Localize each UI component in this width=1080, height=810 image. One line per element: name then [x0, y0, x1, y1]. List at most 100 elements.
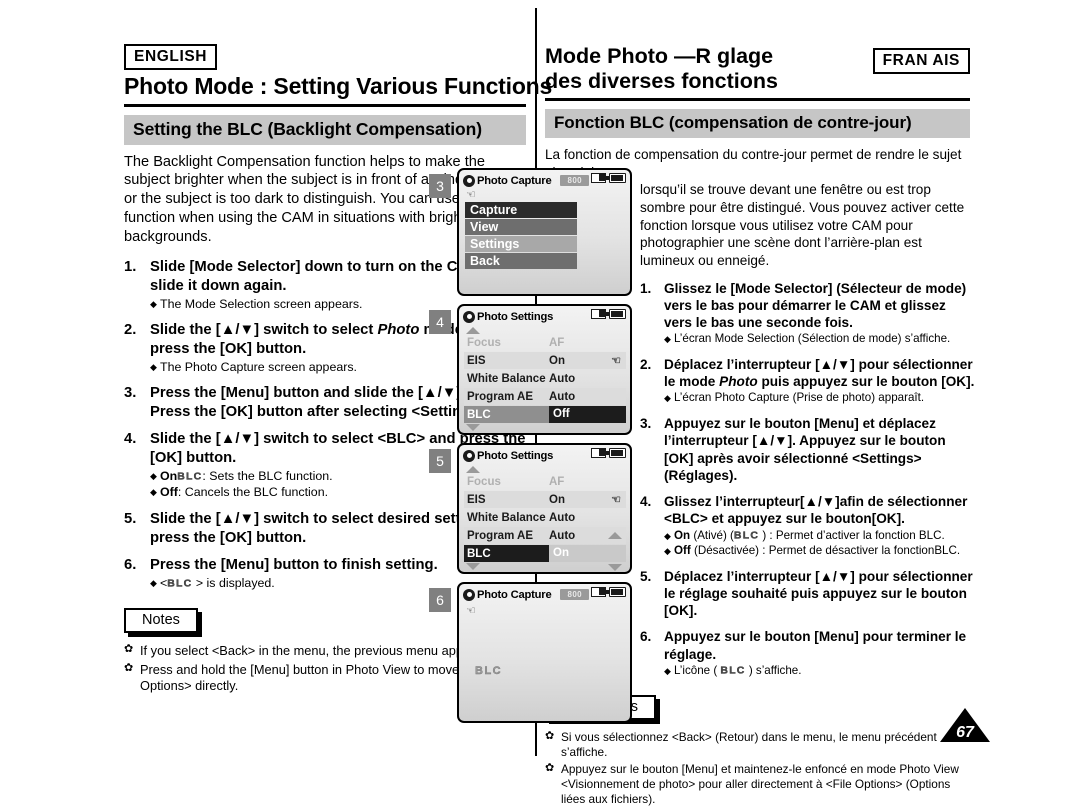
chapter-title-english: Photo Mode : Setting Various Functions [124, 73, 553, 100]
lcd-menu-item-back[interactable]: Back [465, 253, 577, 269]
step-number: 5. [124, 510, 137, 527]
lcd-setting-row-program-ae[interactable]: Program AE Auto [464, 388, 626, 405]
step-text: Appuyez sur le bouton [Menu] et déplacez… [664, 416, 946, 483]
lcd-screens-column: 3 Photo Capture 800 ☜ Capture View Setti… [429, 168, 634, 731]
lcd-setting-row-white-balance[interactable]: White Balance Auto [464, 370, 626, 387]
step-number: 4. [640, 494, 652, 510]
setting-value: Auto [549, 511, 576, 524]
note-text: Appuyez sur le bouton [Menu] et maintene… [561, 762, 959, 807]
scroll-down-arrow-icon[interactable] [466, 563, 480, 570]
battery-icon [606, 173, 626, 183]
chapter-title-french-line2: des diverses fonctions [545, 68, 778, 93]
lcd-setting-row-focus[interactable]: Focus AF [464, 334, 626, 351]
step-item: 1. Glissez le [Mode Selector] (Sélecteur… [640, 280, 975, 347]
lcd-screen: Photo Settings Focus AF EIS On ☜ White B… [457, 304, 632, 435]
diamond-bullet-icon: ◆ [664, 546, 671, 557]
lcd-title: Photo Capture [477, 588, 552, 601]
lcd-screen: Photo Settings Focus AF EIS On ☜ White B… [457, 443, 632, 574]
lcd-menu-item-view[interactable]: View [465, 219, 577, 235]
lcd-menu-list: ☜ Capture View Settings Back [459, 190, 630, 269]
scroll-up-arrow-icon[interactable] [466, 327, 480, 334]
step-item: 2. Déplacez l’interrupteur [▲/▼] pour sé… [640, 356, 975, 406]
lcd-setting-row-eis[interactable]: EIS On ☜ [464, 491, 626, 508]
hand-icon: ☜ [611, 355, 621, 367]
note-item: ✿ Appuyez sur le bouton [Menu] et mainte… [545, 762, 970, 807]
page-number: 67 [956, 724, 974, 741]
step-number: 1. [124, 259, 137, 276]
step-number: 2. [640, 356, 652, 372]
lcd-panel-6: 6 Photo Capture 800 ☜ BLC [429, 582, 634, 725]
camera-icon [463, 310, 475, 323]
clover-bullet-icon: ✿ [124, 642, 134, 655]
diamond-bullet-icon: ◆ [664, 665, 671, 676]
setting-label: EIS [467, 493, 486, 506]
step-bullet-text: : Sets the BLC function. [202, 468, 333, 483]
battery-icon [606, 587, 626, 597]
status-icons [591, 448, 626, 458]
step-number: 4. [124, 431, 137, 448]
lcd-setting-row-white-balance[interactable]: White Balance Auto [464, 509, 626, 526]
step-number: 1. [640, 280, 652, 296]
section-title-french: Fonction BLC (compensation de contre-jou… [545, 108, 970, 138]
setting-label: Program AE [467, 390, 534, 403]
setting-label: Program AE [467, 529, 534, 542]
lcd-setting-row-blc[interactable]: BLC Off [464, 406, 626, 423]
step-bullet-text: (Désactivée) : Permet de désactiver la f… [690, 544, 961, 558]
step-bullet-text: The Photo Capture screen appears. [160, 359, 357, 374]
value-up-arrow-icon[interactable] [608, 532, 622, 539]
lcd-title: Photo Capture [477, 174, 552, 187]
setting-value: Off [549, 406, 626, 423]
lcd-panel-5: 5 Photo Settings Focus AF EIS On ☜ White… [429, 443, 634, 576]
diamond-bullet-icon: ◆ [150, 577, 157, 588]
steps-list-french: 1. Glissez le [Mode Selector] (Sélecteur… [640, 280, 975, 679]
lcd-setting-row-focus[interactable]: Focus AF [464, 473, 626, 490]
step-badge: 4 [429, 310, 451, 334]
lcd-settings-list: Focus AF EIS On ☜ White Balance Auto Pro… [459, 466, 630, 571]
lcd-setting-row-program-ae[interactable]: Program AE Auto [464, 527, 626, 544]
setting-value: AF [549, 475, 565, 488]
step-bullet-text: L’écran Mode Selection (Sélection de mod… [674, 332, 951, 346]
lcd-status-bar: Photo Settings [459, 445, 630, 464]
manual-page: ENGLISH Photo Mode : Setting Various Fun… [0, 0, 1080, 806]
setting-label: White Balance [467, 511, 546, 524]
lcd-setting-row-eis[interactable]: EIS On ☜ [464, 352, 626, 369]
step-bullet-text: ) s’affiche. [745, 663, 802, 677]
diamond-bullet-icon: ◆ [664, 393, 671, 404]
step-bullet-text: : Cancels the BLC function. [177, 485, 329, 500]
blc-icon: BLC [177, 470, 203, 483]
step-item: 4. Glissez l’interrupteur[▲/▼]afin de sé… [640, 493, 975, 559]
setting-label: Focus [467, 475, 501, 488]
camera-icon [463, 174, 475, 187]
resolution-badge: 800 [560, 589, 590, 600]
step-bullet: ◆ Off (Désactivée) : Permet de désactive… [664, 544, 975, 559]
status-icons [591, 173, 626, 183]
lcd-panel-3: 3 Photo Capture 800 ☜ Capture View Setti… [429, 168, 634, 298]
lcd-menu-item-capture[interactable]: Capture [465, 202, 577, 218]
value-down-arrow-icon[interactable] [608, 564, 622, 571]
note-item: ✿ Si vous sélectionnez <Back> (Retour) d… [545, 730, 970, 760]
scroll-up-arrow-icon[interactable] [466, 466, 480, 473]
setting-label: BLC [467, 547, 491, 560]
chapter-title-french: Mode Photo —R glage des diverses fonctio… [545, 44, 845, 94]
step-bullet-text: L’écran Photo Capture (Prise de photo) a… [674, 391, 925, 405]
step-badge: 6 [429, 588, 451, 612]
lcd-screen: Photo Capture 800 ☜ BLC [457, 582, 632, 723]
clover-bullet-icon: ✿ [124, 661, 134, 674]
diamond-bullet-icon: ◆ [150, 470, 157, 481]
diamond-bullet-icon: ◆ [664, 334, 671, 345]
step-item: 5. Déplacez l’interrupteur [▲/▼] pour sé… [640, 568, 975, 620]
step-text: Glissez l’interrupteur[▲/▼]afin de sélec… [664, 494, 968, 527]
step-number: 5. [640, 568, 652, 584]
diamond-bullet-icon: ◆ [150, 487, 157, 498]
lcd-setting-row-blc[interactable]: BLC On [464, 545, 626, 562]
scroll-down-arrow-icon[interactable] [466, 424, 480, 431]
lcd-menu-item-settings[interactable]: Settings [465, 236, 577, 252]
hand-icon: ☜ [466, 605, 476, 617]
step-bullet-text: ) : Permet d’activer la fonction BLC. [759, 528, 945, 542]
step-item: 6. Appuyez sur le bouton [Menu] pour ter… [640, 628, 975, 678]
setting-value: Auto [549, 529, 576, 542]
intro-paragraph-french: lorsqu’il se trouve devant une fenêtre o… [640, 182, 965, 268]
step-badge: 3 [429, 174, 451, 198]
memory-card-icon [591, 173, 606, 183]
setting-value: On [549, 493, 565, 506]
